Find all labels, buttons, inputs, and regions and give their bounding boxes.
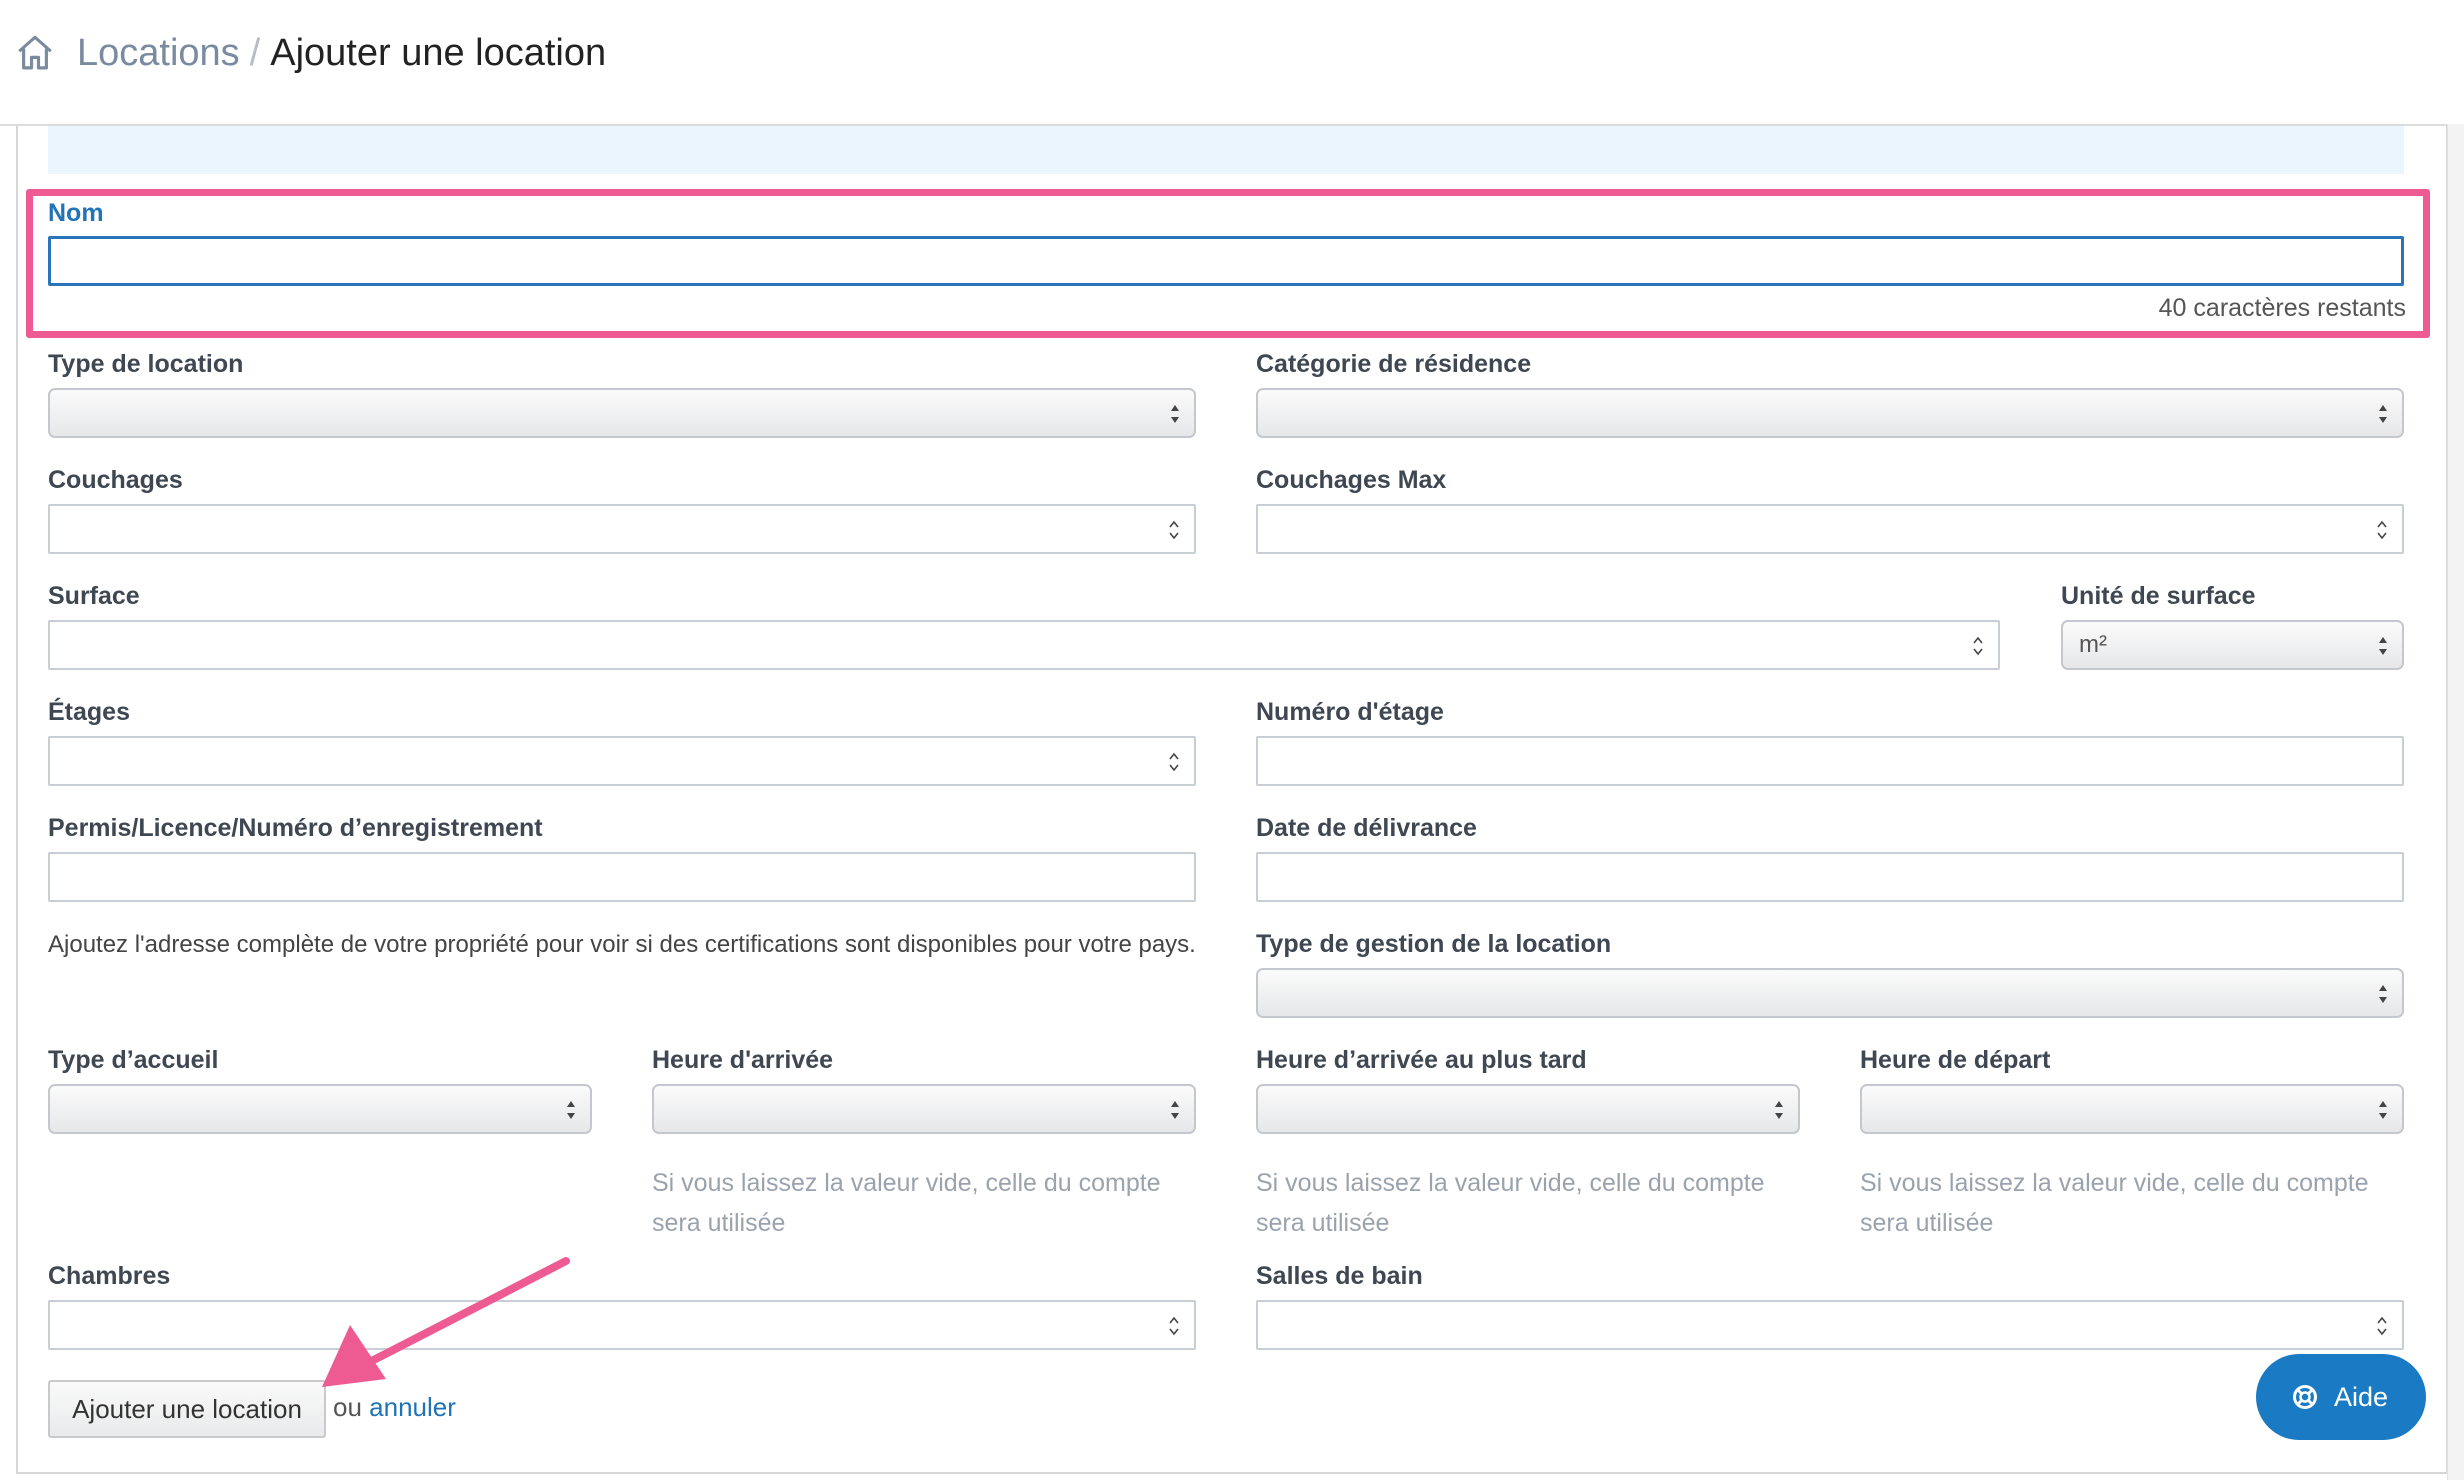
heure-depart-label: Heure de départ (1860, 1046, 2051, 1074)
heure-arrivee-help: Si vous laissez la valeur vide, celle du… (652, 1163, 1161, 1243)
etages-label: Étages (48, 698, 130, 726)
salles-bain-input[interactable] (1256, 1300, 2404, 1350)
surface-input[interactable] (48, 620, 2000, 670)
type-location-select[interactable] (48, 388, 1196, 438)
page-title: Ajouter une location (270, 32, 607, 74)
date-delivrance-input[interactable] (1256, 852, 2404, 902)
address-note: Ajoutez l'adresse complète de votre prop… (48, 931, 1196, 958)
couchages-max-input[interactable] (1256, 504, 2404, 554)
heure-arrivee-label: Heure d'arrivée (652, 1046, 834, 1074)
select-arrows-icon (567, 1101, 575, 1119)
permis-label: Permis/Licence/Numéro d’enregistrement (48, 814, 543, 842)
salles-bain-label: Salles de bain (1256, 1262, 1423, 1290)
numero-etage-input[interactable] (1256, 736, 2404, 786)
arrow-annotation-icon (322, 1257, 570, 1387)
unite-surface-select[interactable]: m² (2061, 620, 2404, 670)
home-icon[interactable] (14, 32, 56, 74)
help-line: sera utilisée (1256, 1209, 1390, 1237)
type-gestion-select[interactable] (1256, 968, 2404, 1018)
etages-input[interactable] (48, 736, 1196, 786)
or-text: ou (333, 1392, 362, 1422)
help-button[interactable]: Aide (2256, 1354, 2426, 1440)
categorie-residence-select[interactable] (1256, 388, 2404, 438)
heure-arrivee-tard-label: Heure d’arrivée au plus tard (1256, 1046, 1587, 1074)
help-line: sera utilisée (652, 1209, 786, 1237)
stepper-icon[interactable] (1166, 1312, 1182, 1340)
couchages-input[interactable] (48, 504, 1196, 554)
add-location-button[interactable]: Ajouter une location (48, 1380, 326, 1438)
nom-highlight-annotation (26, 189, 2430, 338)
help-line: Si vous laissez la valeur vide, celle du… (652, 1169, 1161, 1197)
help-button-label: Aide (2334, 1382, 2389, 1412)
page-header: Locations / Ajouter une location (0, 0, 2464, 126)
heure-depart-select[interactable] (1860, 1084, 2404, 1134)
date-delivrance-label: Date de délivrance (1256, 814, 1477, 842)
heure-arrivee-tard-select[interactable] (1256, 1084, 1800, 1134)
select-arrows-icon (2379, 985, 2387, 1003)
breadcrumb: Locations / Ajouter une location (77, 28, 606, 78)
select-arrows-icon (2379, 1101, 2387, 1119)
cancel-wrapper: ou annuler (333, 1392, 456, 1423)
stepper-icon[interactable] (1166, 748, 1182, 776)
surface-label: Surface (48, 582, 140, 610)
numero-etage-label: Numéro d'étage (1256, 698, 1444, 726)
breadcrumb-locations-link[interactable]: Locations (77, 32, 240, 74)
couchages-label: Couchages (48, 466, 183, 494)
select-arrows-icon (2379, 405, 2387, 423)
breadcrumb-separator: / (249, 32, 261, 74)
permis-input[interactable] (48, 852, 1196, 902)
stepper-icon[interactable] (1166, 516, 1182, 544)
lifebuoy-icon (2293, 1385, 2317, 1409)
help-line: sera utilisée (1860, 1209, 1994, 1237)
page-scrollbar[interactable] (2447, 124, 2464, 1480)
couchages-max-label: Couchages Max (1256, 466, 1447, 494)
help-line: Si vous laissez la valeur vide, celle du… (1256, 1169, 1765, 1197)
type-gestion-label: Type de gestion de la location (1256, 930, 1612, 958)
info-banner (48, 126, 2404, 174)
stepper-icon[interactable] (1970, 632, 1986, 660)
type-location-label: Type de location (48, 350, 244, 378)
unite-surface-label: Unité de surface (2061, 582, 2256, 610)
heure-depart-help: Si vous laissez la valeur vide, celle du… (1860, 1163, 2369, 1243)
cancel-link[interactable]: annuler (369, 1392, 456, 1422)
select-arrows-icon (2379, 637, 2387, 655)
select-arrows-icon (1171, 405, 1179, 423)
help-line: Si vous laissez la valeur vide, celle du… (1860, 1169, 2369, 1197)
type-accueil-label: Type d’accueil (48, 1046, 219, 1074)
select-arrows-icon (1171, 1101, 1179, 1119)
heure-arrivee-select[interactable] (652, 1084, 1196, 1134)
chambres-input[interactable] (48, 1300, 1196, 1350)
stepper-icon[interactable] (2374, 1312, 2390, 1340)
categorie-residence-label: Catégorie de résidence (1256, 350, 1532, 378)
select-arrows-icon (1775, 1101, 1783, 1119)
unite-surface-value: m² (2079, 631, 2107, 658)
chambres-label: Chambres (48, 1262, 171, 1290)
type-accueil-select[interactable] (48, 1084, 592, 1134)
stepper-icon[interactable] (2374, 516, 2390, 544)
heure-arrivee-tard-help: Si vous laissez la valeur vide, celle du… (1256, 1163, 1765, 1243)
